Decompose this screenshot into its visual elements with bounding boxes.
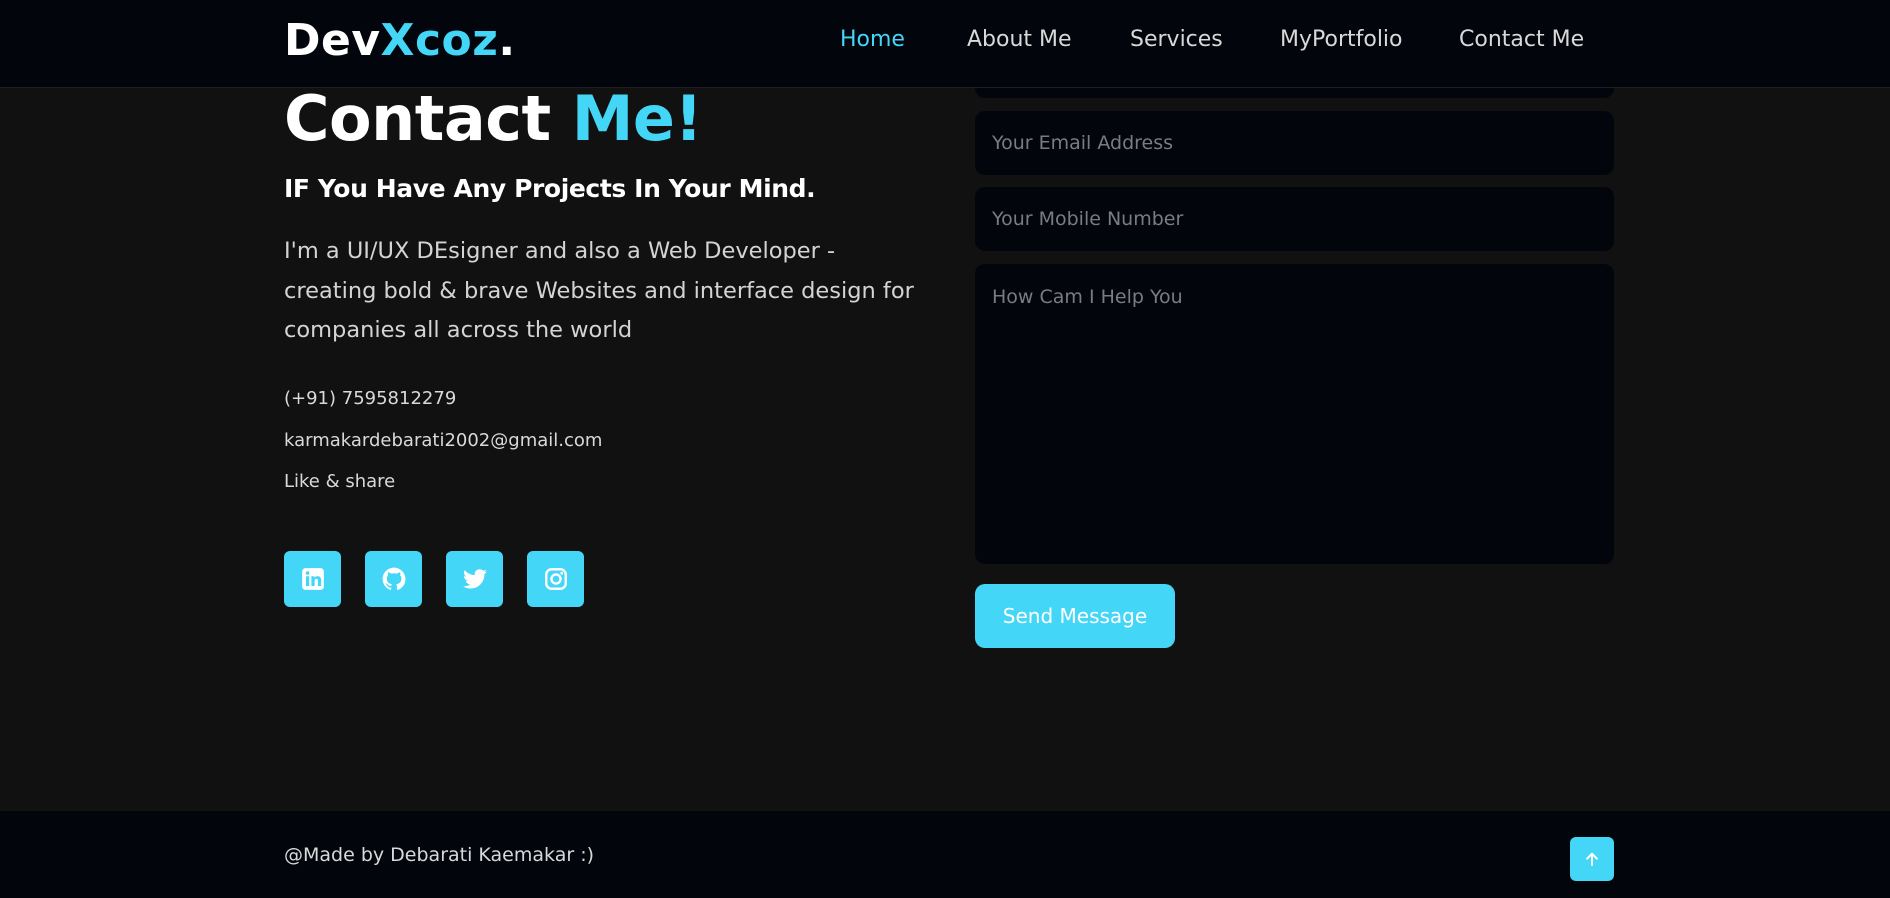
linkedin-icon — [301, 568, 324, 590]
github-button[interactable] — [365, 551, 422, 607]
social-links — [284, 551, 584, 607]
site-header: DevXcoz. Home About Me Services MyPortfo… — [0, 0, 1890, 88]
contact-page: DevXcoz. Home About Me Services MyPortfo… — [0, 0, 1890, 898]
nav-myportfolio[interactable]: MyPortfolio — [1280, 26, 1403, 54]
title-main: Contact — [284, 82, 551, 155]
logo-accent: Xcoz — [380, 15, 499, 66]
intro-description: I'm a UI/UX DEsigner and also a Web Deve… — [284, 238, 914, 343]
scroll-to-top-button[interactable] — [1570, 837, 1614, 881]
site-footer: @Made by Debarati Kaemakar :) — [0, 811, 1890, 898]
github-icon — [382, 567, 405, 590]
nav-home[interactable]: Home — [840, 26, 905, 54]
site-logo[interactable]: DevXcoz. — [284, 14, 516, 68]
email-field[interactable] — [975, 111, 1614, 175]
footer-credit: @Made by Debarati Kaemakar :) — [284, 844, 595, 866]
logo-suffix: . — [498, 15, 516, 66]
arrow-up-icon — [1586, 852, 1598, 866]
instagram-icon — [544, 568, 567, 590]
nav-contact-me[interactable]: Contact Me — [1459, 26, 1584, 54]
twitter-button[interactable] — [446, 551, 503, 607]
page-subtitle: IF You Have Any Projects In Your Mind. — [284, 174, 816, 203]
page-title: Contact Me! — [284, 86, 703, 152]
instagram-button[interactable] — [527, 551, 584, 607]
nav-about-me[interactable]: About Me — [967, 26, 1072, 54]
nav-services[interactable]: Services — [1130, 26, 1223, 54]
email-address: karmakardebarati2002@gmail.com — [284, 430, 603, 451]
share-label: Like & share — [284, 471, 396, 492]
mobile-field[interactable] — [975, 187, 1614, 251]
phone-number: (+91) 7595812279 — [284, 388, 457, 409]
linkedin-button[interactable] — [284, 551, 341, 607]
send-message-button[interactable]: Send Message — [975, 584, 1175, 648]
title-accent: Me! — [571, 82, 703, 155]
logo-prefix: Dev — [284, 15, 381, 66]
twitter-icon — [462, 569, 487, 589]
message-field[interactable] — [975, 264, 1614, 564]
